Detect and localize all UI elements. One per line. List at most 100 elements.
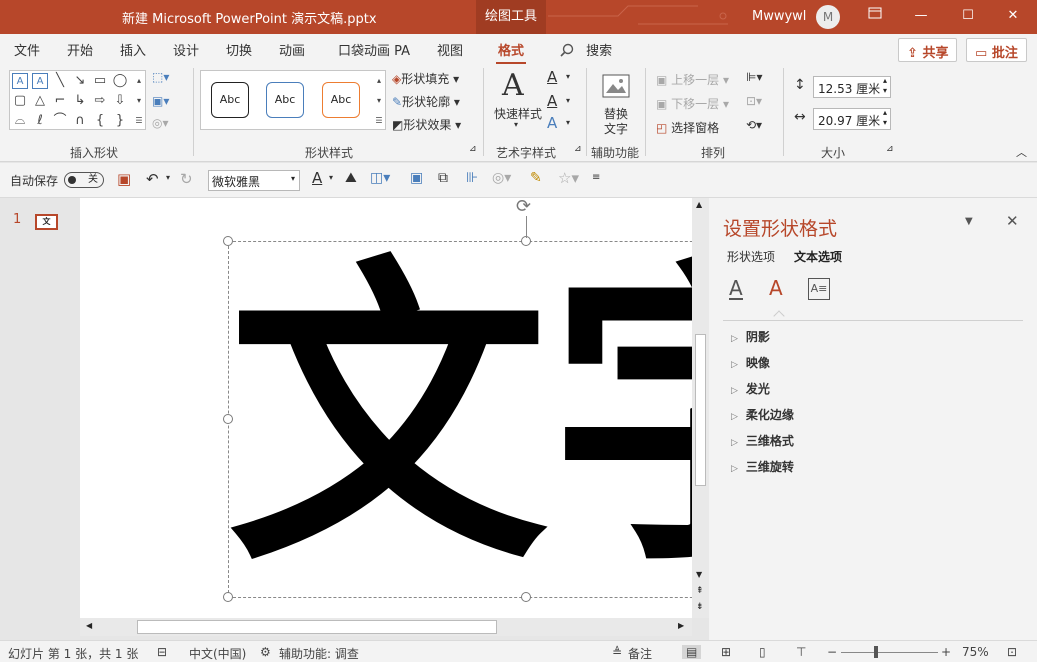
fit-to-window-icon[interactable]: ⊡ xyxy=(1007,645,1017,659)
tab-file[interactable]: 文件 xyxy=(14,40,40,59)
next-slide-icon[interactable]: ⇟ xyxy=(696,602,704,612)
picture-icon[interactable]: ⛰ xyxy=(345,170,357,186)
text-effects-icon[interactable]: A xyxy=(547,114,557,132)
rotate-icon[interactable]: ⟲▾ xyxy=(746,118,762,132)
section-reflection[interactable]: 映像 xyxy=(731,354,770,371)
text-effects-icon[interactable]: A xyxy=(769,278,783,298)
arrow-line-shape-icon[interactable]: ↘ xyxy=(72,73,88,89)
pane-options-icon[interactable]: ▼ xyxy=(965,216,973,227)
width-spinner-icon[interactable]: ▴ ▾ xyxy=(883,108,887,128)
share-button[interactable]: ⇪ 共享 xyxy=(898,38,958,62)
notes-button[interactable]: 备注 xyxy=(628,645,652,662)
ribbon-display-icon[interactable] xyxy=(862,4,888,28)
shapes-gallery[interactable]: A A ╲ ↘ ▭ ◯ ▢ △ ⌐ ↳ ⇨ ⇩ ⌓ ℓ ⌒ ∩ { } ▴ ▾ … xyxy=(9,70,146,130)
section-3d-format[interactable]: 三维格式 xyxy=(731,432,794,449)
right-arrow-shape-icon[interactable]: ⇨ xyxy=(92,93,108,109)
tab-animations[interactable]: 动画 xyxy=(279,40,305,59)
previous-slide-icon[interactable]: ⇞ xyxy=(696,586,704,596)
slideshow-icon[interactable]: ⊤ xyxy=(796,645,806,659)
chevron-down-icon[interactable]: ▾ xyxy=(566,72,570,81)
align-icon[interactable]: ⊫▾ xyxy=(746,70,762,84)
textbox-layout-icon[interactable]: A≡ xyxy=(808,278,830,300)
spell-check-icon[interactable]: ⊟ xyxy=(157,645,167,659)
arc-shape-icon[interactable]: ⌒ xyxy=(52,113,68,129)
minimize-button[interactable]: — xyxy=(908,4,934,28)
vertical-scrollbar[interactable]: ▲ ▼ ⇞ ⇟ xyxy=(692,198,709,618)
reading-view-icon[interactable]: ▯ xyxy=(759,645,766,659)
tab-shape-options[interactable]: 形状选项 xyxy=(727,248,775,265)
scroll-left-icon[interactable]: ◀ xyxy=(86,621,92,630)
collapse-ribbon-icon[interactable]: ︿ xyxy=(1016,144,1027,160)
gallery-down-icon[interactable]: ▾ xyxy=(131,93,147,109)
search-box[interactable]: 搜索 xyxy=(560,40,612,59)
height-input[interactable]: 12.53 厘米 ▴ ▾ xyxy=(813,76,891,98)
tab-design[interactable]: 设计 xyxy=(173,40,199,59)
line-shape-icon[interactable]: ╲ xyxy=(52,73,68,89)
resize-handle-left[interactable] xyxy=(223,414,233,424)
redo-icon[interactable]: ↻ xyxy=(180,170,193,188)
section-glow[interactable]: 发光 xyxy=(731,380,770,397)
comments-button[interactable]: ▭ 批注 xyxy=(966,38,1027,62)
star-icon[interactable]: ☆▾ xyxy=(558,169,579,187)
down-arrow-shape-icon[interactable]: ⇩ xyxy=(112,93,128,109)
slide-count[interactable]: 幻灯片 第 1 张，共 1 张 xyxy=(8,645,138,662)
undo-dropdown-icon[interactable]: ▾ xyxy=(166,173,170,182)
bring-forward-button[interactable]: ▣ 上移一层 ▾ xyxy=(656,71,729,88)
wordart-a-icon[interactable]: A xyxy=(502,68,524,103)
slide-thumbnail[interactable]: 文 xyxy=(35,214,58,230)
vertical-textbox-shape-icon[interactable]: A xyxy=(32,73,48,89)
image-replace-icon[interactable]: ⧉ xyxy=(438,170,448,186)
textbox-shape-icon[interactable]: A xyxy=(12,73,28,89)
edit-shape-icon[interactable]: ⬚▾ xyxy=(152,70,169,84)
dialog-launcher-icon[interactable]: ⊿ xyxy=(574,144,582,154)
tab-view[interactable]: 视图 xyxy=(437,40,463,59)
tab-pocket-animation[interactable]: 口袋动画 PA xyxy=(338,40,410,59)
alt-text-label-2[interactable]: 文字 xyxy=(604,120,628,137)
height-spinner-icon[interactable]: ▴ ▾ xyxy=(883,76,887,96)
dialog-launcher-icon[interactable]: ⊿ xyxy=(886,144,894,154)
tab-transitions[interactable]: 切换 xyxy=(226,40,252,59)
font-select[interactable]: 微软雅黑 ▾ xyxy=(208,170,300,191)
slide-sorter-icon[interactable]: ⊞ xyxy=(721,645,731,659)
rotate-handle-icon[interactable]: ⟳ xyxy=(516,198,531,217)
shape-styles-gallery[interactable]: Abc Abc Abc ▴ ▾ ☰ xyxy=(200,70,386,130)
text-outline-icon[interactable]: A xyxy=(547,92,557,110)
slide-canvas[interactable]: 文字 ⟳ xyxy=(80,198,692,618)
scribble-shape-icon[interactable]: ℓ xyxy=(32,113,48,129)
right-brace-shape-icon[interactable]: } xyxy=(112,113,128,129)
text-fill-outline-icon[interactable]: A xyxy=(729,278,743,300)
gallery-up-icon[interactable]: ▴ xyxy=(131,73,147,89)
zoom-slider-thumb[interactable] xyxy=(874,646,878,658)
merge-shapes-icon[interactable]: ◎▾ xyxy=(492,170,511,186)
shape-effects-button[interactable]: ◩形状效果 ▾ xyxy=(392,116,461,133)
selection-pane-button[interactable]: ◰ 选择窗格 xyxy=(656,119,719,136)
maximize-button[interactable]: ☐ xyxy=(955,4,981,28)
format-painter-icon[interactable]: ✎ xyxy=(530,170,542,186)
tab-format[interactable]: 格式 xyxy=(495,40,527,65)
tab-home[interactable]: 开始 xyxy=(67,40,93,59)
styles-more-icon[interactable]: ☰ xyxy=(371,113,387,129)
style-sample-dark[interactable]: Abc xyxy=(211,82,249,118)
avatar[interactable]: M xyxy=(816,5,840,29)
section-shadow[interactable]: 阴影 xyxy=(731,328,770,345)
shape-outline-button[interactable]: ✎形状轮廓 ▾ xyxy=(392,93,460,110)
send-backward-button[interactable]: ▣ 下移一层 ▾ xyxy=(656,95,729,112)
shape-fill-button[interactable]: ◈形状填充 ▾ xyxy=(392,70,459,87)
tab-text-options[interactable]: 文本选项 xyxy=(794,248,842,265)
oval-shape-icon[interactable]: ◯ xyxy=(112,73,128,89)
text-box-icon[interactable]: ▣▾ xyxy=(152,94,169,108)
style-sample-orange[interactable]: Abc xyxy=(322,82,360,118)
curve-shape-icon[interactable]: ∩ xyxy=(72,113,88,129)
language-status[interactable]: 中文(中国) xyxy=(189,645,246,662)
resize-handle-bottom-left[interactable] xyxy=(223,592,233,602)
text-fill-icon[interactable]: A xyxy=(547,68,557,86)
zoom-slider[interactable] xyxy=(841,652,938,653)
dialog-launcher-icon[interactable]: ⊿ xyxy=(469,144,477,154)
selection-box[interactable] xyxy=(228,241,692,598)
section-soft-edges[interactable]: 柔化边缘 xyxy=(731,406,794,423)
shapes-icon[interactable]: ◫▾ xyxy=(370,170,390,186)
merge-shapes-icon[interactable]: ◎▾ xyxy=(152,116,169,130)
chevron-down-icon[interactable]: ▾ xyxy=(566,96,570,105)
chevron-down-icon[interactable]: ▾ xyxy=(329,173,333,182)
left-brace-shape-icon[interactable]: { xyxy=(92,113,108,129)
